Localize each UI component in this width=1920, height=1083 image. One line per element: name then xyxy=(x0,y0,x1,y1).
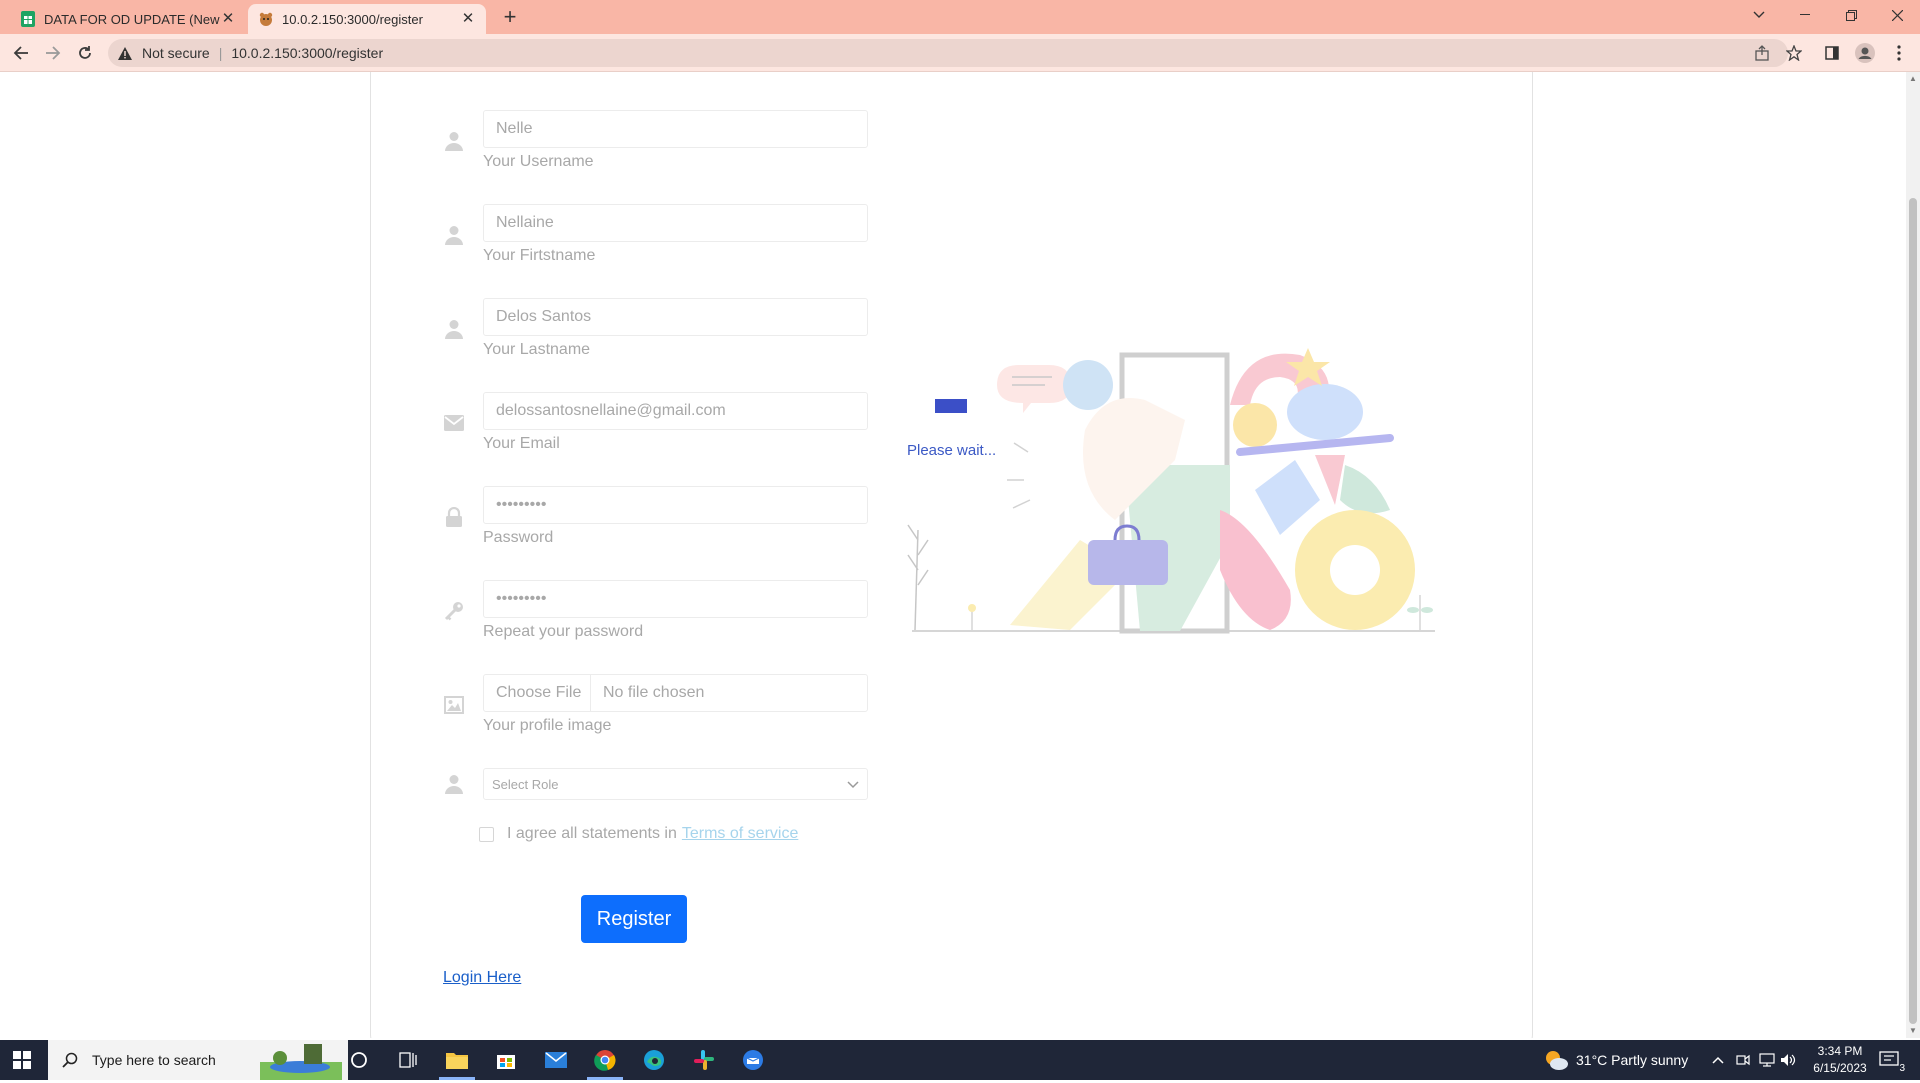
repeat-password-input[interactable]: ••••••••• xyxy=(483,580,868,618)
terms-text: I agree all statements in xyxy=(507,825,677,842)
username-input[interactable]: Nelle xyxy=(483,110,868,148)
scroll-thumb[interactable] xyxy=(1909,198,1917,1024)
choose-file-button[interactable]: Choose File xyxy=(484,675,591,711)
register-illustration xyxy=(907,348,1435,634)
windows-start-icon[interactable] xyxy=(6,1044,38,1076)
warning-icon[interactable] xyxy=(118,46,134,60)
bookmark-star-icon[interactable] xyxy=(1782,41,1806,65)
password-label: Password xyxy=(483,529,554,546)
notification-icon[interactable]: 3 xyxy=(1873,1044,1905,1076)
username-label: Your Username xyxy=(483,153,594,170)
new-tab-button[interactable]: + xyxy=(498,5,522,29)
search-highlight-icon xyxy=(260,1040,342,1083)
page-scrollbar[interactable]: ▲ ▼ xyxy=(1906,72,1920,1038)
reload-icon[interactable] xyxy=(73,41,97,65)
user-icon xyxy=(443,318,465,340)
register-button[interactable]: Register xyxy=(581,895,687,943)
email-label: Your Email xyxy=(483,435,560,452)
store-icon[interactable] xyxy=(490,1044,522,1076)
password-input[interactable]: ••••••••• xyxy=(483,486,868,524)
edge-icon[interactable] xyxy=(638,1044,670,1076)
cortana-icon[interactable] xyxy=(343,1044,375,1076)
tab-strip: DATA FOR OD UPDATE (New Cop ✕ 10.0.2.150… xyxy=(0,0,1920,34)
loading-text: Please wait... xyxy=(907,442,997,459)
file-input[interactable]: Choose File No file chosen xyxy=(483,674,868,712)
notification-count: 3 xyxy=(1899,1063,1905,1074)
file-explorer-icon[interactable] xyxy=(441,1044,473,1076)
search-icon xyxy=(62,1052,82,1068)
close-tab-icon[interactable]: ✕ xyxy=(220,11,236,27)
security-label[interactable]: Not secure xyxy=(142,45,210,61)
clock-date: 6/15/2023 xyxy=(1813,1061,1867,1075)
close-tab-icon[interactable]: ✕ xyxy=(460,11,476,27)
profile-image-label: Your profile image xyxy=(483,717,612,734)
repeat-password-label: Repeat your password xyxy=(483,623,644,640)
user-icon xyxy=(443,130,465,152)
back-arrow-icon[interactable] xyxy=(9,41,33,65)
tab-title: DATA FOR OD UPDATE (New Cop xyxy=(44,11,220,27)
address-divider: | xyxy=(218,45,223,61)
email-input[interactable]: delossantosnellaine@gmail.com xyxy=(483,392,868,430)
taskbar-clock[interactable]: 3:34 PM 6/15/2023 xyxy=(1800,1043,1880,1077)
weather-text[interactable]: 31°C Partly sunny xyxy=(1576,1040,1688,1080)
slack-icon[interactable] xyxy=(688,1044,720,1076)
chrome-icon[interactable] xyxy=(589,1044,621,1076)
app-window-icon[interactable] xyxy=(737,1044,769,1076)
app-icon xyxy=(258,11,274,27)
tab-register[interactable]: 10.0.2.150:3000/register ✕ xyxy=(248,4,486,34)
share-icon[interactable] xyxy=(1750,41,1774,65)
terms-row: I agree all statements in Terms of servi… xyxy=(479,825,798,843)
tab-sheets[interactable]: DATA FOR OD UPDATE (New Cop ✕ xyxy=(10,4,246,34)
menu-kebab-icon[interactable] xyxy=(1887,41,1911,65)
image-icon xyxy=(443,694,465,716)
user-icon xyxy=(443,773,465,795)
search-placeholder: Type here to search xyxy=(92,1052,216,1068)
minimize-icon[interactable] xyxy=(1782,0,1828,30)
terms-link[interactable]: Terms of service xyxy=(682,825,798,843)
lock-icon xyxy=(443,506,465,528)
task-view-icon[interactable] xyxy=(392,1044,424,1076)
taskbar-search[interactable]: Type here to search xyxy=(48,1040,348,1080)
url-text[interactable]: 10.0.2.150:3000/register xyxy=(231,45,383,61)
user-icon xyxy=(443,224,465,246)
tab-search-icon[interactable] xyxy=(1736,0,1782,30)
browser-toolbar: Not secure | 10.0.2.150:3000/register xyxy=(0,34,1920,72)
close-window-icon[interactable] xyxy=(1874,0,1920,30)
restore-icon[interactable] xyxy=(1828,0,1874,30)
terms-checkbox[interactable] xyxy=(479,826,494,842)
sheets-icon xyxy=(20,11,36,27)
chevron-down-icon xyxy=(847,777,859,792)
role-selected: Select Role xyxy=(492,776,559,792)
firstname-input[interactable]: Nellaine xyxy=(483,204,868,242)
address-bar[interactable]: Not secure | 10.0.2.150:3000/register xyxy=(108,39,1788,67)
tab-title: 10.0.2.150:3000/register xyxy=(282,11,423,27)
forward-arrow-icon[interactable] xyxy=(41,41,65,65)
windows-taskbar: Type here to search 31°C Partly sunny 3:… xyxy=(0,1040,1920,1080)
key-icon xyxy=(443,600,465,622)
profile-icon[interactable] xyxy=(1853,41,1877,65)
envelope-icon xyxy=(443,412,465,434)
role-select[interactable]: Select Role xyxy=(483,768,868,800)
scroll-down-icon[interactable]: ▼ xyxy=(1909,1026,1917,1035)
clock-time: 3:34 PM xyxy=(1817,1044,1863,1058)
weather-icon[interactable] xyxy=(1540,1044,1572,1076)
side-panel-icon[interactable] xyxy=(1820,41,1844,65)
file-status: No file chosen xyxy=(603,684,705,701)
lastname-input[interactable]: Delos Santos xyxy=(483,298,868,336)
scroll-up-icon[interactable]: ▲ xyxy=(1909,74,1917,83)
lastname-label: Your Lastname xyxy=(483,341,591,358)
login-link[interactable]: Login Here xyxy=(443,969,521,987)
firstname-label: Your Firtstname xyxy=(483,247,596,264)
mail-icon[interactable] xyxy=(540,1044,572,1076)
